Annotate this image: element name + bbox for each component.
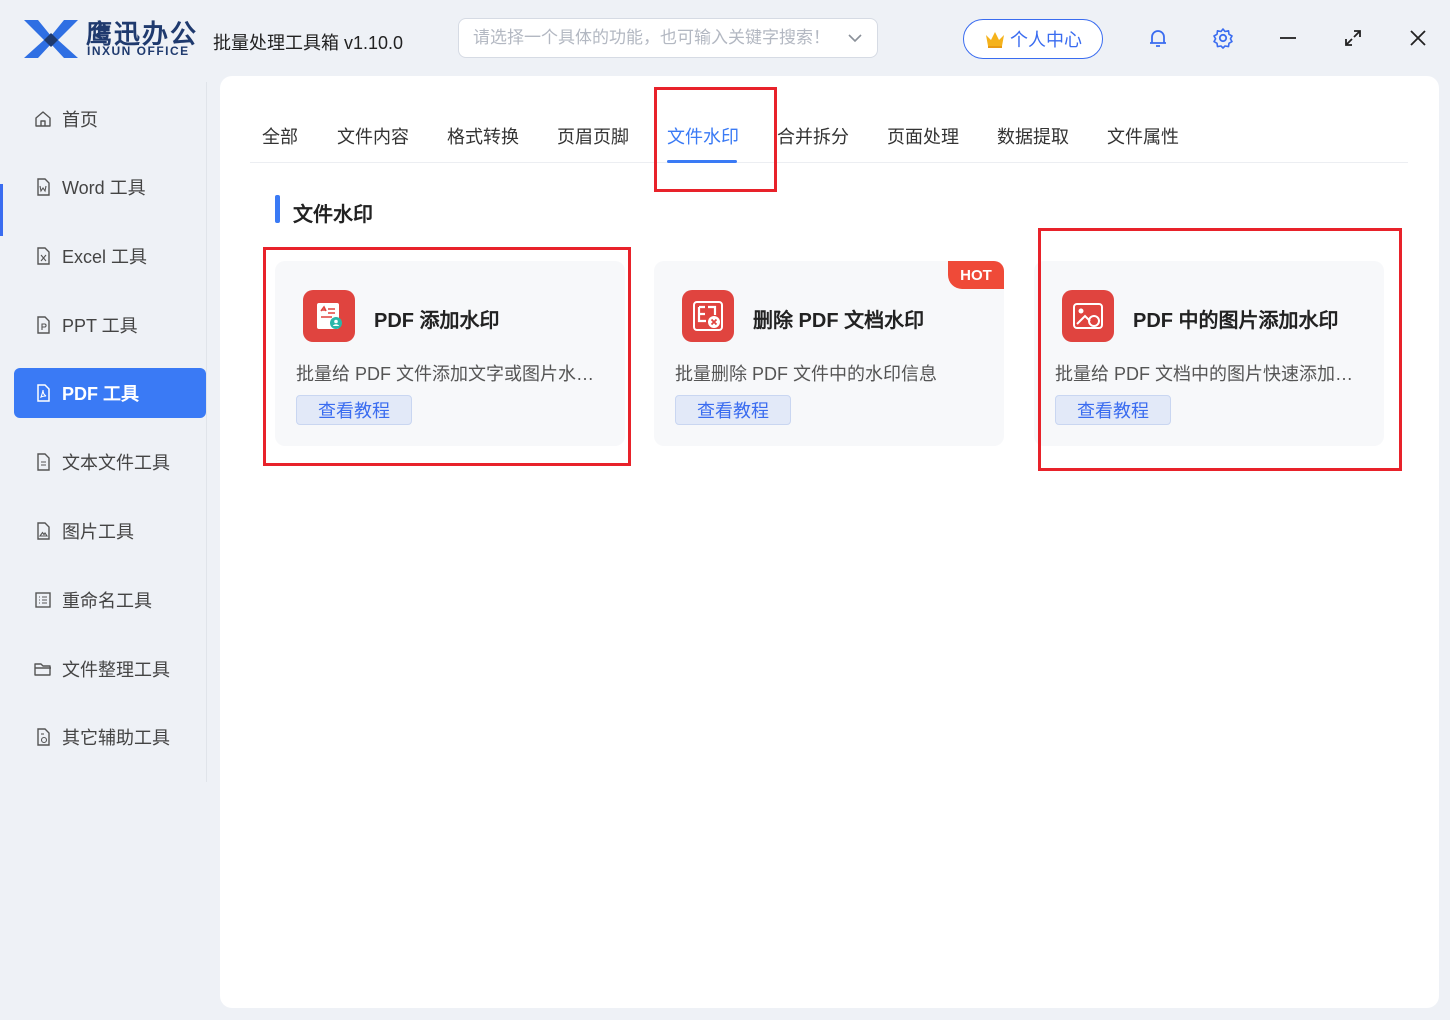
highlight-frame-card-3: [1038, 228, 1402, 471]
tab-all[interactable]: 全部: [262, 123, 298, 149]
highlight-frame-card-1: [263, 247, 631, 466]
sidebar-item-excel[interactable]: Excel 工具: [14, 231, 206, 281]
pdf-file-icon: [37, 384, 50, 402]
excel-file-icon: [37, 247, 50, 265]
tab-merge-split[interactable]: 合并拆分: [777, 123, 849, 149]
remove-watermark-icon: [682, 290, 734, 342]
sidebar-accent-bar: [0, 184, 3, 236]
section-marker: [275, 195, 280, 223]
sidebar-item-label: 文本文件工具: [62, 453, 170, 473]
maximize-icon[interactable]: [1339, 24, 1367, 52]
sidebar-divider: [206, 82, 207, 782]
text-file-icon: [37, 453, 50, 471]
tab-format-convert[interactable]: 格式转换: [447, 123, 519, 149]
bell-icon[interactable]: [1144, 24, 1172, 52]
app-title: 批量处理工具箱 v1.10.0: [213, 33, 404, 53]
home-icon: [35, 111, 51, 127]
view-tutorial-button[interactable]: 查看教程: [675, 395, 791, 425]
sidebar-item-label: 图片工具: [62, 522, 134, 542]
folder-icon: [34, 663, 51, 676]
chevron-down-icon[interactable]: [847, 30, 863, 46]
user-center-label: 个人中心: [1010, 30, 1082, 50]
minimize-icon[interactable]: [1274, 24, 1302, 52]
hot-badge: HOT: [948, 261, 1004, 289]
inxun-logo-icon: [24, 20, 78, 58]
card-description: 批量删除 PDF 文件中的水印信息: [675, 364, 938, 384]
search-input[interactable]: [473, 28, 847, 48]
tab-page-processing[interactable]: 页面处理: [887, 123, 959, 149]
sidebar-item-image[interactable]: 图片工具: [14, 506, 206, 556]
sidebar: 首页 Word 工具 Excel 工具 PPT 工具 PDF 工具 文本文件工具…: [0, 76, 208, 1020]
image-file-icon: [37, 522, 50, 540]
sidebar-item-label: Excel 工具: [62, 247, 148, 267]
search-box[interactable]: [458, 18, 878, 58]
sidebar-item-home[interactable]: 首页: [14, 94, 206, 144]
user-center-button[interactable]: 个人中心: [963, 19, 1103, 59]
sidebar-item-rename[interactable]: 重命名工具: [14, 575, 206, 625]
sidebar-item-label: PPT 工具: [62, 316, 138, 336]
sidebar-item-ppt[interactable]: PPT 工具: [14, 300, 206, 350]
crown-icon: [986, 32, 1004, 48]
sidebar-item-label: 重命名工具: [62, 591, 152, 611]
sidebar-item-word[interactable]: Word 工具: [14, 162, 206, 212]
tab-data-extract[interactable]: 数据提取: [997, 123, 1069, 149]
ppt-file-icon: [37, 316, 50, 334]
highlight-frame-tab: [654, 87, 777, 192]
tab-file-properties[interactable]: 文件属性: [1107, 123, 1179, 149]
section-title: 文件水印: [293, 204, 373, 226]
sidebar-item-label: Word 工具: [62, 178, 146, 198]
sidebar-item-label: PDF 工具: [62, 384, 140, 404]
tools-icon: [37, 728, 50, 746]
title-bar: 鹰迅办公 INXUN OFFICE 批量处理工具箱 v1.10.0 个人中心: [0, 0, 1450, 76]
gear-icon[interactable]: [1209, 24, 1237, 52]
sidebar-item-label: 文件整理工具: [62, 660, 170, 680]
close-icon[interactable]: [1404, 24, 1432, 52]
tool-card-remove-watermark[interactable]: HOT 删除 PDF 文档水印 批量删除 PDF 文件中的水印信息 查看教程: [654, 261, 1004, 446]
brand-name-en: INXUN OFFICE: [87, 44, 190, 58]
card-title: 删除 PDF 文档水印: [753, 310, 925, 332]
rename-icon: [35, 592, 51, 608]
sidebar-item-text[interactable]: 文本文件工具: [14, 437, 206, 487]
sidebar-item-organize[interactable]: 文件整理工具: [14, 644, 206, 694]
main-panel: 全部 文件内容 格式转换 页眉页脚 文件水印 合并拆分 页面处理 数据提取 文件…: [220, 76, 1439, 1008]
sidebar-item-other[interactable]: 其它辅助工具: [14, 712, 206, 762]
sidebar-item-pdf[interactable]: PDF 工具: [14, 368, 206, 418]
tab-header-footer[interactable]: 页眉页脚: [557, 123, 629, 149]
sidebar-item-label: 首页: [62, 110, 98, 130]
word-file-icon: [37, 178, 50, 196]
sidebar-item-label: 其它辅助工具: [62, 728, 170, 748]
category-tabs: 全部 文件内容 格式转换 页眉页脚 文件水印 合并拆分 页面处理 数据提取 文件…: [250, 76, 1408, 163]
tab-file-content[interactable]: 文件内容: [337, 123, 409, 149]
